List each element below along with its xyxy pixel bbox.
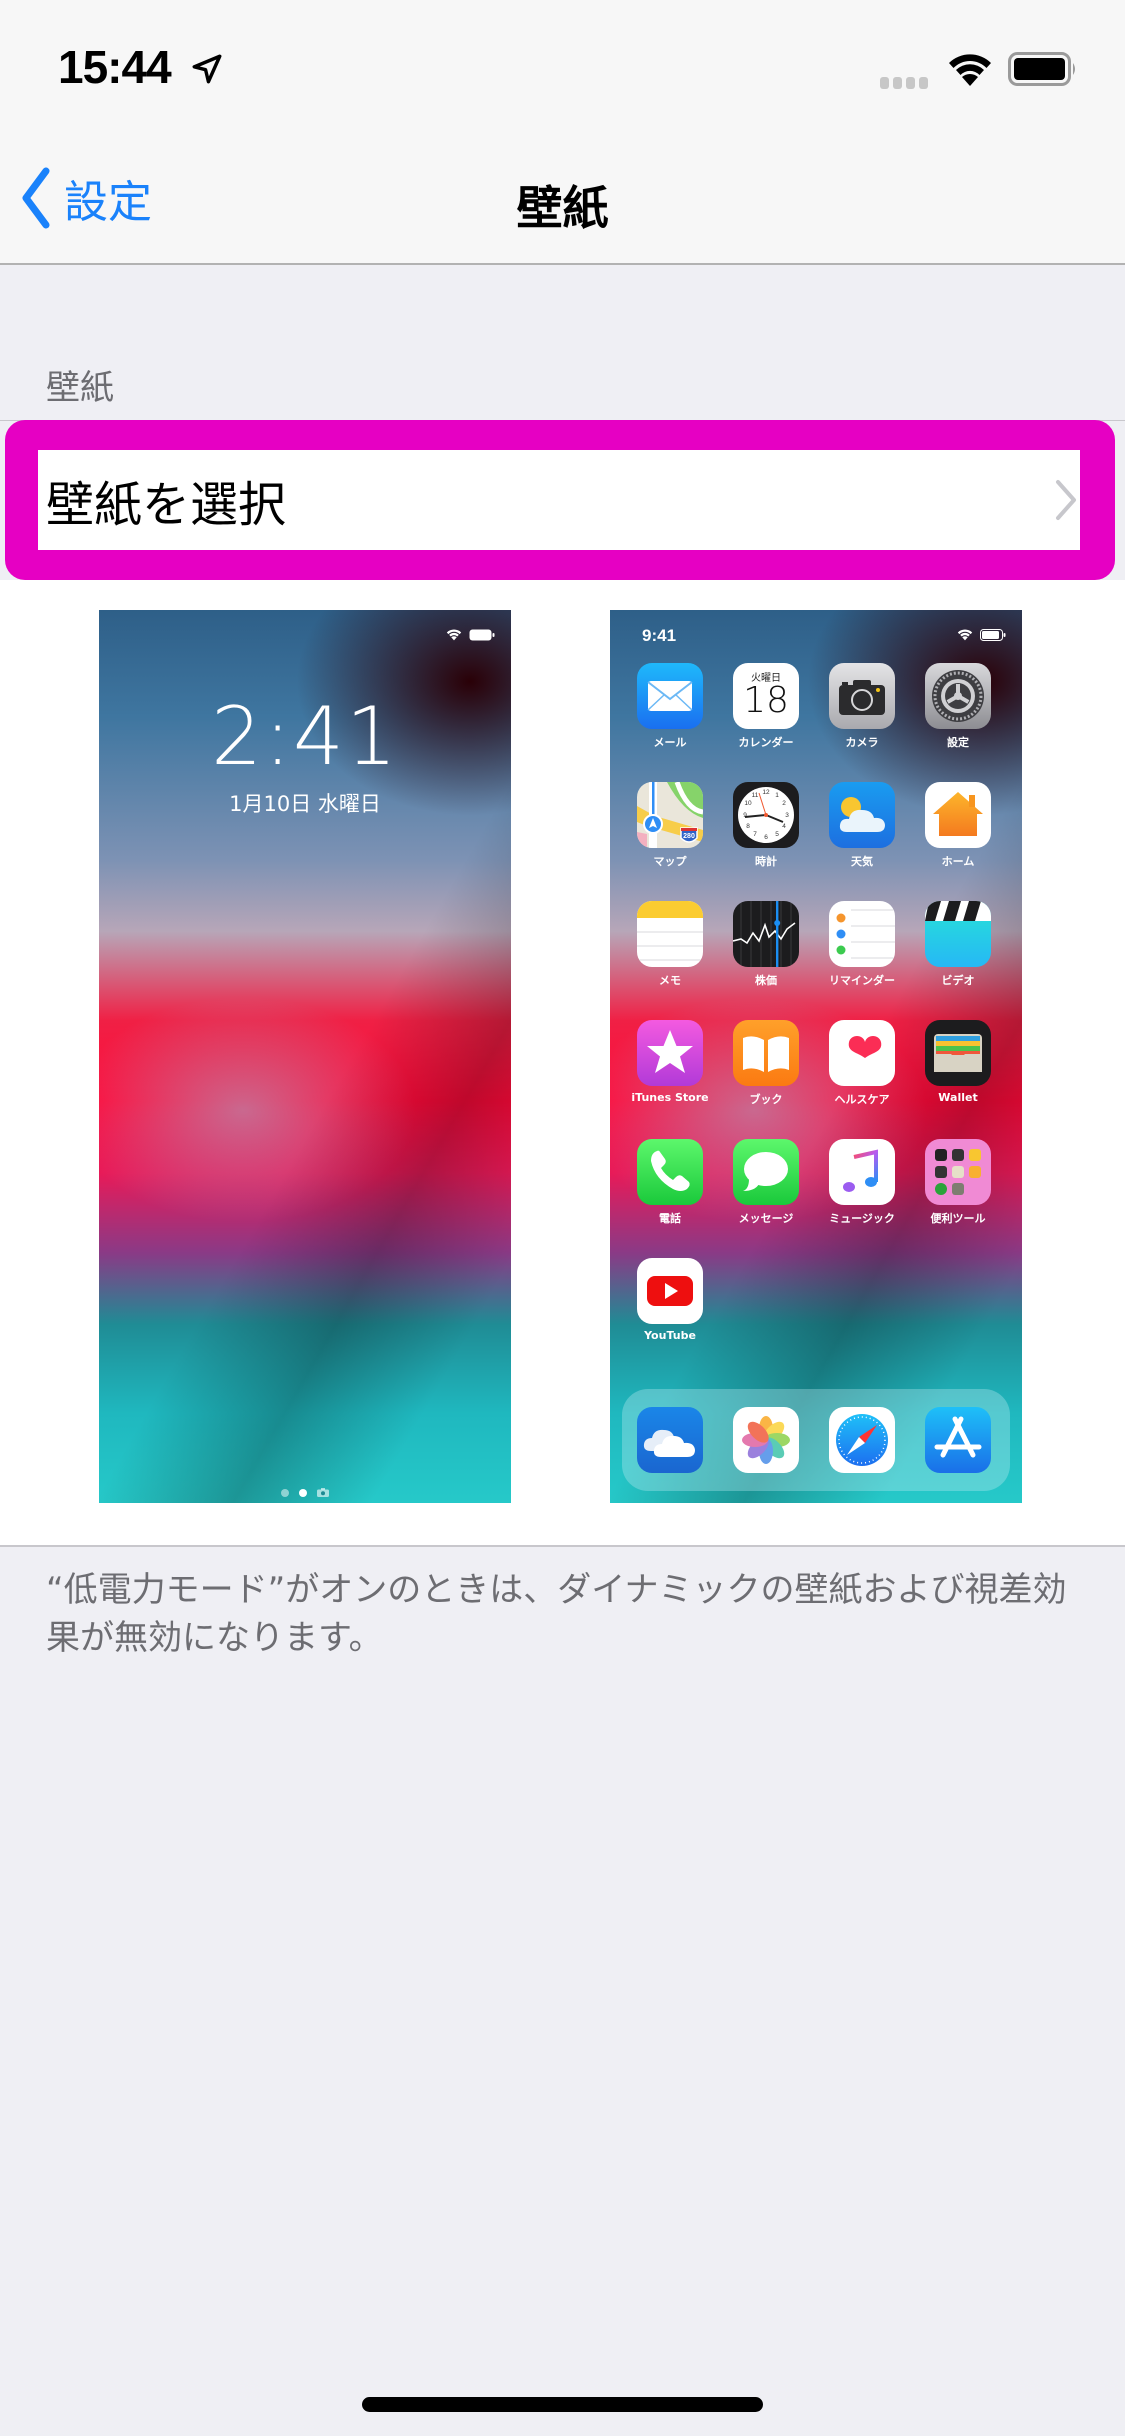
svg-text:12: 12 xyxy=(762,789,770,796)
mail-icon xyxy=(637,663,703,729)
calendar-icon: 火曜日 18 xyxy=(733,663,799,729)
app-clock[interactable]: 12 1 2 3 4 5 6 7 8 9 10 11 時計 xyxy=(733,782,799,868)
app-calendar[interactable]: 火曜日 18 カレンダー xyxy=(733,663,799,749)
status-time: 15:44 xyxy=(58,41,172,93)
choose-wallpaper-label: 壁紙を選択 xyxy=(46,477,287,533)
wifi-icon xyxy=(957,629,973,641)
wallpaper-preview-card: 2:41 1月10日 水曜日 9:41 メール 火曜日 18 カレンダー カメラ… xyxy=(0,580,1125,1547)
app-books[interactable]: ブック xyxy=(733,1020,799,1106)
svg-text:8: 8 xyxy=(746,823,750,830)
music-icon xyxy=(829,1139,895,1205)
cellular-signal-icon xyxy=(880,74,936,89)
app-youtube[interactable]: YouTube xyxy=(637,1258,703,1342)
app-health[interactable]: ヘルスケア xyxy=(829,1020,895,1106)
app-notes[interactable]: メモ xyxy=(637,901,703,987)
svg-text:6: 6 xyxy=(764,834,768,841)
svg-text:11: 11 xyxy=(752,792,759,799)
app-mail[interactable]: メール xyxy=(637,663,703,749)
app-camera[interactable]: カメラ xyxy=(829,663,895,749)
messages-icon xyxy=(733,1139,799,1205)
battery-icon xyxy=(1008,52,1075,86)
location-arrow-icon xyxy=(192,54,222,84)
dock-app-app-store[interactable] xyxy=(925,1407,991,1473)
choose-wallpaper-row[interactable]: 壁紙を選択 xyxy=(38,450,1080,550)
camera-icon xyxy=(829,663,895,729)
itunes-store-icon xyxy=(637,1020,703,1086)
page-indicator xyxy=(99,1488,511,1497)
page-dot-active xyxy=(299,1488,307,1497)
camera-icon xyxy=(317,1488,329,1497)
wifi-icon xyxy=(949,54,991,86)
reminders-icon xyxy=(829,901,895,967)
maps-icon: 280 xyxy=(637,782,703,848)
app-grid: メール 火曜日 18 カレンダー カメラ 設定 280 マップ 12 1 2 3… xyxy=(631,663,1001,1342)
app-phone[interactable]: 電話 xyxy=(637,1139,703,1225)
lock-screen-date: 1月10日 水曜日 xyxy=(229,792,381,816)
app-settings[interactable]: 設定 xyxy=(925,663,991,749)
notes-icon xyxy=(637,901,703,967)
app-wallet[interactable]: Wallet xyxy=(925,1020,991,1104)
mini-status-icons xyxy=(445,628,495,641)
dock-app-safari[interactable] xyxy=(829,1407,895,1473)
clock-icon: 12 1 2 3 4 5 6 7 8 9 10 11 xyxy=(733,782,799,848)
icloud-drive-icon xyxy=(637,1407,703,1473)
health-icon xyxy=(829,1020,895,1086)
page-title: 壁紙 xyxy=(516,181,609,235)
stocks-icon xyxy=(733,901,799,967)
svg-text:280: 280 xyxy=(683,833,695,840)
utilities-folder-icon xyxy=(925,1139,991,1205)
status-bar: 15:44 xyxy=(0,0,1125,132)
app-messages[interactable]: メッセージ xyxy=(733,1139,799,1225)
app-music[interactable]: ミュージック xyxy=(829,1139,895,1225)
app-home[interactable]: ホーム xyxy=(925,782,991,868)
books-icon xyxy=(733,1020,799,1086)
videos-icon xyxy=(925,901,991,967)
phone-icon xyxy=(637,1139,703,1205)
svg-text:1: 1 xyxy=(775,792,779,799)
home-indicator[interactable] xyxy=(362,2397,763,2412)
dock-app-icloud-drive[interactable] xyxy=(637,1407,703,1473)
home-app-icon xyxy=(925,782,991,848)
weather-icon xyxy=(829,782,895,848)
svg-text:3: 3 xyxy=(785,812,789,819)
app-itunes-store[interactable]: iTunes Store xyxy=(631,1020,709,1104)
lock-screen-time: 2:41 xyxy=(211,690,399,783)
app-store-icon xyxy=(925,1407,991,1473)
svg-text:2: 2 xyxy=(782,800,786,807)
svg-text:10: 10 xyxy=(744,800,752,807)
wallet-icon xyxy=(925,1020,991,1086)
app-weather[interactable]: 天気 xyxy=(829,782,895,868)
home-screen-preview[interactable]: 9:41 メール 火曜日 18 カレンダー カメラ 設定 280 マップ 12 … xyxy=(610,610,1022,1503)
app-reminders[interactable]: リマインダー xyxy=(829,901,895,987)
svg-text:4: 4 xyxy=(782,823,786,830)
safari-icon xyxy=(829,1407,895,1473)
navigation-bar: 設定 壁紙 xyxy=(0,132,1125,265)
svg-text:7: 7 xyxy=(753,831,757,838)
dock-app-photos[interactable] xyxy=(733,1407,799,1473)
page-dot xyxy=(281,1488,289,1497)
low-power-mode-note: “低電力モード”がオンのときは、ダイナミックの壁紙および視差効果が無効になります… xyxy=(46,1570,1067,1658)
chevron-right-icon xyxy=(1056,480,1076,520)
section-header: 壁紙 xyxy=(46,368,114,408)
mini-status-icons xyxy=(956,628,1006,641)
app-stocks[interactable]: 株価 xyxy=(733,901,799,987)
photos-icon xyxy=(733,1407,799,1473)
wifi-icon xyxy=(446,629,462,641)
settings-icon xyxy=(925,663,991,729)
home-screen-time: 9:41 xyxy=(642,626,677,645)
svg-text:5: 5 xyxy=(775,831,779,838)
youtube-icon xyxy=(637,1258,703,1324)
battery-icon xyxy=(980,628,1006,641)
app-maps[interactable]: 280 マップ xyxy=(637,782,703,868)
battery-icon xyxy=(469,629,495,640)
dock xyxy=(622,1389,1010,1491)
app-utilities-folder[interactable]: 便利ツール xyxy=(925,1139,991,1225)
app-videos[interactable]: ビデオ xyxy=(925,901,991,987)
lock-screen-preview[interactable]: 2:41 1月10日 水曜日 xyxy=(99,610,511,1503)
